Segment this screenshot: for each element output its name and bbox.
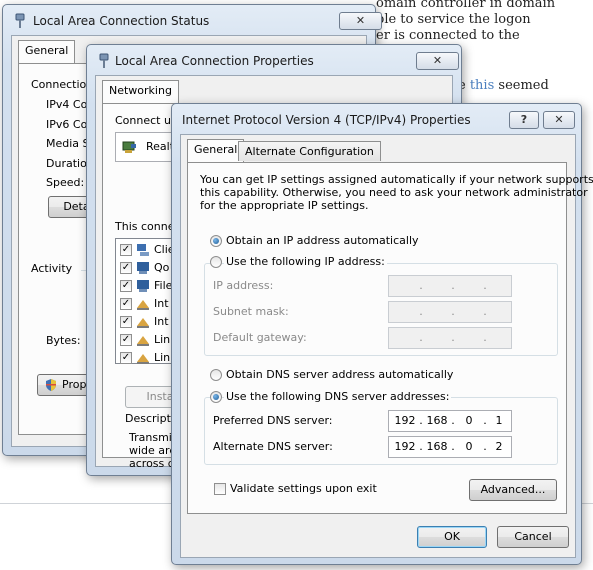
ipv4-titlebar[interactable]: Internet Protocol Version 4 (TCP/IPv4) P… [172, 104, 581, 134]
tab-networking[interactable]: Networking [102, 80, 179, 104]
alternate-dns-field[interactable]: 192 . 168 . 0 . 2 [388, 436, 512, 458]
item-checkbox[interactable]: ✓ [120, 280, 132, 292]
subnet-mask-field[interactable]: . . . [388, 301, 512, 323]
intro-text-line: for the appropriate IP settings. [200, 199, 369, 212]
tab-alternate-configuration[interactable]: Alternate Configuration [238, 141, 381, 161]
properties-titlebar[interactable]: Local Area Connection Properties ✕ [87, 45, 461, 75]
file-sharing-icon [137, 280, 149, 292]
protocol-icon [137, 354, 149, 364]
status-row-label: IPv4 Co [46, 98, 88, 111]
ip-address-label: IP address: [213, 279, 274, 292]
cancel-button[interactable]: Cancel [497, 526, 569, 548]
properties-window-title: Local Area Connection Properties [115, 54, 314, 68]
tab-general[interactable]: General [18, 40, 76, 64]
item-checkbox[interactable]: ✓ [120, 352, 132, 364]
background-text-line: er is connected to the [376, 28, 520, 43]
shield-icon [46, 379, 56, 391]
status-row-label: IPv6 Co [46, 118, 88, 131]
background-link[interactable]: this [470, 78, 494, 93]
intro-text-line: You can get IP settings assigned automat… [200, 173, 593, 186]
ok-button[interactable]: OK [417, 526, 487, 548]
ipv4-general-panel: You can get IP settings assigned automat… [187, 162, 593, 514]
use-following-ip-label[interactable]: Use the following IP address: [224, 255, 387, 268]
intro-text-line: this capability. Otherwise, you need to … [200, 186, 588, 199]
alternate-dns-label: Alternate DNS server: [213, 440, 333, 453]
network-adapter-icon [99, 53, 109, 68]
tab-general[interactable]: General [187, 139, 245, 163]
protocol-icon [137, 318, 149, 328]
network-adapter-icon [15, 13, 25, 28]
background-text-line: e this seemed [458, 78, 549, 93]
item-checkbox[interactable]: ✓ [120, 334, 132, 346]
qos-icon [137, 262, 149, 274]
default-gateway-field[interactable]: . . . [388, 327, 512, 349]
protocol-icon [137, 336, 149, 346]
obtain-dns-auto-label[interactable]: Obtain DNS server address automatically [226, 368, 453, 381]
item-checkbox[interactable]: ✓ [120, 316, 132, 328]
properties-close-button[interactable]: ✕ [416, 52, 459, 70]
advanced-button[interactable]: Advanced... [469, 479, 557, 501]
subnet-mask-label: Subnet mask: [213, 305, 289, 318]
activity-label: Activity [31, 262, 73, 275]
obtain-dns-auto-radio[interactable] [210, 369, 222, 381]
item-checkbox[interactable]: ✓ [120, 298, 132, 310]
adapter-name: Realt [146, 140, 175, 153]
validate-settings-label[interactable]: Validate settings upon exit [230, 482, 377, 495]
status-close-button[interactable]: ✕ [339, 12, 382, 30]
protocol-icon [137, 300, 149, 310]
ipv4-dialog-title: Internet Protocol Version 4 (TCP/IPv4) P… [182, 113, 471, 127]
ip-address-field[interactable]: . . . [388, 275, 512, 297]
use-following-dns-label[interactable]: Use the following DNS server addresses: [224, 390, 452, 403]
status-window-title: Local Area Connection Status [33, 14, 210, 28]
validate-settings-checkbox[interactable] [214, 483, 226, 495]
client-icon [137, 244, 149, 256]
use-following-dns-radio[interactable] [210, 391, 222, 403]
obtain-ip-auto-radio[interactable] [210, 235, 222, 247]
help-button[interactable]: ? [509, 111, 539, 129]
bytes-label: Bytes: [46, 334, 81, 347]
item-checkbox[interactable]: ✓ [120, 244, 132, 256]
item-checkbox[interactable]: ✓ [120, 262, 132, 274]
background-text-line: ble to service the logon [376, 12, 531, 27]
ipv4-client-area: General Alternate Configuration You can … [180, 134, 593, 558]
status-titlebar[interactable]: Local Area Connection Status ✕ [3, 5, 382, 35]
network-card-icon [122, 141, 136, 153]
preferred-dns-label: Preferred DNS server: [213, 414, 333, 427]
status-row-label: Speed: [46, 176, 85, 189]
obtain-ip-auto-label[interactable]: Obtain an IP address automatically [226, 234, 419, 247]
use-following-ip-radio[interactable] [210, 256, 222, 268]
preferred-dns-field[interactable]: 192 . 168 . 0 . 1 [388, 410, 512, 432]
connection-label: Connection [31, 78, 94, 91]
default-gateway-label: Default gateway: [213, 331, 307, 344]
background-text-line: omain controller in domain [376, 0, 556, 11]
ipv4-properties-dialog: Internet Protocol Version 4 (TCP/IPv4) P… [171, 103, 593, 565]
ipv4-close-button[interactable]: ✕ [543, 111, 575, 129]
